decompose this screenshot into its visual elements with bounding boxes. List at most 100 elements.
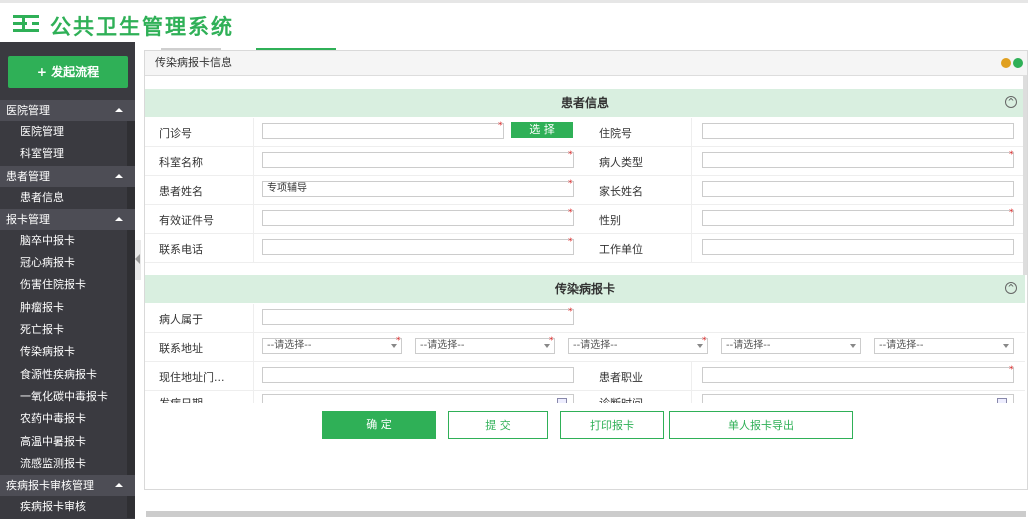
sidebar-item-infectious-card[interactable]: 传染病报卡 [0,341,135,364]
sidebar-item-death-card[interactable]: 死亡报卡 [0,319,135,342]
parent-name-input[interactable] [702,181,1014,197]
cell-divider [253,234,254,262]
start-process-button[interactable]: + 发起流程 [8,56,128,88]
gender-input[interactable] [702,210,1014,226]
inpatient-no-input[interactable] [702,123,1014,139]
cell-divider [253,362,254,390]
horizontal-scrollbar[interactable] [146,511,1026,517]
sidebar-item-hospital-mgmt[interactable]: 医院管理 [0,121,135,144]
section-title: 患者信息 [560,96,609,110]
maximize-icon[interactable] [1013,58,1023,68]
dialog-scrollbar[interactable] [1023,75,1027,275]
cell-divider [691,176,692,204]
sidebar-item-stroke-card[interactable]: 脑卒中报卡 [0,229,135,253]
phone-input[interactable] [262,239,574,255]
outpatient-no-input[interactable] [262,123,504,139]
export-card-button[interactable]: 单人报卡导出 [669,411,853,439]
sidebar-item-foodborne-card[interactable]: 食源性疾病报卡 [0,363,135,386]
district-select[interactable]: --请选择-- [568,338,708,354]
village-select[interactable]: --请选择-- [874,338,1014,354]
label-work-unit: 工作单位 [599,243,643,256]
patient-type-input[interactable] [702,152,1014,168]
form-row: 门诊号 * 选 择 住院号 [145,118,1025,147]
minimize-icon[interactable] [1001,58,1011,68]
sidebar-item-tumor-card[interactable]: 肿瘤报卡 [0,296,135,320]
occupation-input[interactable] [702,367,1014,383]
dialog-title-bar: 传染病报卡信息 [145,51,1027,76]
label-gender: 性别 [599,214,621,227]
cell-divider [691,234,692,262]
required-mark: * [1009,208,1014,218]
sidebar-item-patient-info[interactable]: 患者信息 [0,186,135,209]
cell-divider [691,362,692,390]
sidebar-item-review[interactable]: 疾病报卡审核 [0,496,135,519]
sidebar-item-flu-card[interactable]: 流感监测报卡 [0,452,135,476]
select-value: --请选择-- [573,340,618,351]
logo-icon [13,15,39,32]
cell-divider [253,176,254,204]
form-row: 联系地址 --请选择-- * --请选择-- * --请选择-- * --请选择… [145,333,1025,362]
required-mark: * [1009,365,1014,375]
label-patient-name: 患者姓名 [159,185,203,198]
current-address-input[interactable] [262,367,574,383]
select-patient-button[interactable]: 选 择 [511,122,573,138]
label-parent-name: 家长姓名 [599,185,643,198]
label-current-address: 现住地址门... [159,371,225,384]
dept-name-input[interactable] [262,152,574,168]
section-title: 传染病报卡 [554,282,615,296]
app-title: 公共卫生管理系统 [50,15,234,39]
patient-name-input[interactable]: 专项辅导 [262,181,574,197]
dialog-title: 传染病报卡信息 [155,56,232,69]
required-mark: * [498,121,503,131]
work-unit-input[interactable] [702,239,1014,255]
cell-divider [253,147,254,175]
sidebar-item-co-card[interactable]: 一氧化碳中毒报卡 [0,385,135,409]
cell-divider [253,118,254,146]
form-row: 联系电话 * 工作单位 [145,234,1025,263]
cell-divider [253,333,254,361]
province-select[interactable]: --请选择-- [262,338,402,354]
sidebar: + 发起流程 医院管理 医院管理 科室管理 患者管理 患者信息 报卡管理 脑卒中… [0,42,135,519]
app-header: 公共卫生管理系统 [0,0,1028,42]
print-card-button[interactable]: 打印报卡 [560,411,664,439]
infectious-card-section-header: 传染病报卡 ^ [145,275,1025,303]
sidebar-menu: 医院管理 医院管理 科室管理 患者管理 患者信息 报卡管理 脑卒中报卡 冠心病报… [0,100,135,519]
chevron-left-icon [135,254,140,264]
id-no-input[interactable] [262,210,574,226]
form-row: 患者姓名 专项辅导 * 家长姓名 [145,176,1025,205]
collapse-up-icon [115,483,123,488]
infectious-card-dialog: 传染病报卡信息 患者信息 ^ 门诊号 * 选 择 住院号 科室名称 * 病人类型 [144,50,1028,490]
city-select[interactable]: --请选择-- [415,338,555,354]
label-inpatient-no: 住院号 [599,127,632,140]
sidebar-group-label: 报卡管理 [6,212,50,226]
sidebar-group-label: 医院管理 [6,104,50,117]
label-outpatient-no: 门诊号 [159,127,192,140]
town-select[interactable]: --请选择-- [721,338,861,354]
sidebar-item-injury-card[interactable]: 伤害住院报卡 [0,274,135,297]
submit-button[interactable]: 提 交 [448,411,548,439]
select-value: --请选择-- [879,340,924,351]
sidebar-item-heatstroke-card[interactable]: 高温中暑报卡 [0,430,135,453]
form-row: 科室名称 * 病人类型 * [145,147,1025,176]
required-mark: * [568,208,573,218]
select-value: --请选择-- [726,340,771,351]
sidebar-group-hospital[interactable]: 医院管理 [0,100,135,121]
cell-divider [253,304,254,332]
sidebar-group-review[interactable]: 疾病报卡审核管理 [0,475,135,497]
collapse-circle-icon[interactable]: ^ [1005,282,1017,294]
collapse-circle-icon[interactable]: ^ [1005,96,1017,108]
required-mark: * [549,336,554,346]
sidebar-group-card[interactable]: 报卡管理 [0,208,135,230]
sidebar-group-patient[interactable]: 患者管理 [0,165,135,187]
sidebar-item-chd-card[interactable]: 冠心病报卡 [0,252,135,275]
sidebar-item-dept-mgmt[interactable]: 科室管理 [0,143,135,166]
sidebar-group-label: 疾病报卡审核管理 [6,479,94,493]
patient-info-section-header: 患者信息 ^ [145,89,1025,117]
sidebar-group-label: 患者管理 [6,169,50,183]
belongs-input[interactable] [262,309,574,325]
collapse-up-icon [115,108,123,112]
required-mark: * [702,336,707,346]
confirm-button[interactable]: 确 定 [322,411,436,439]
sidebar-item-pesticide-card[interactable]: 农药中毒报卡 [0,408,135,431]
label-patient-type: 病人类型 [599,156,643,169]
